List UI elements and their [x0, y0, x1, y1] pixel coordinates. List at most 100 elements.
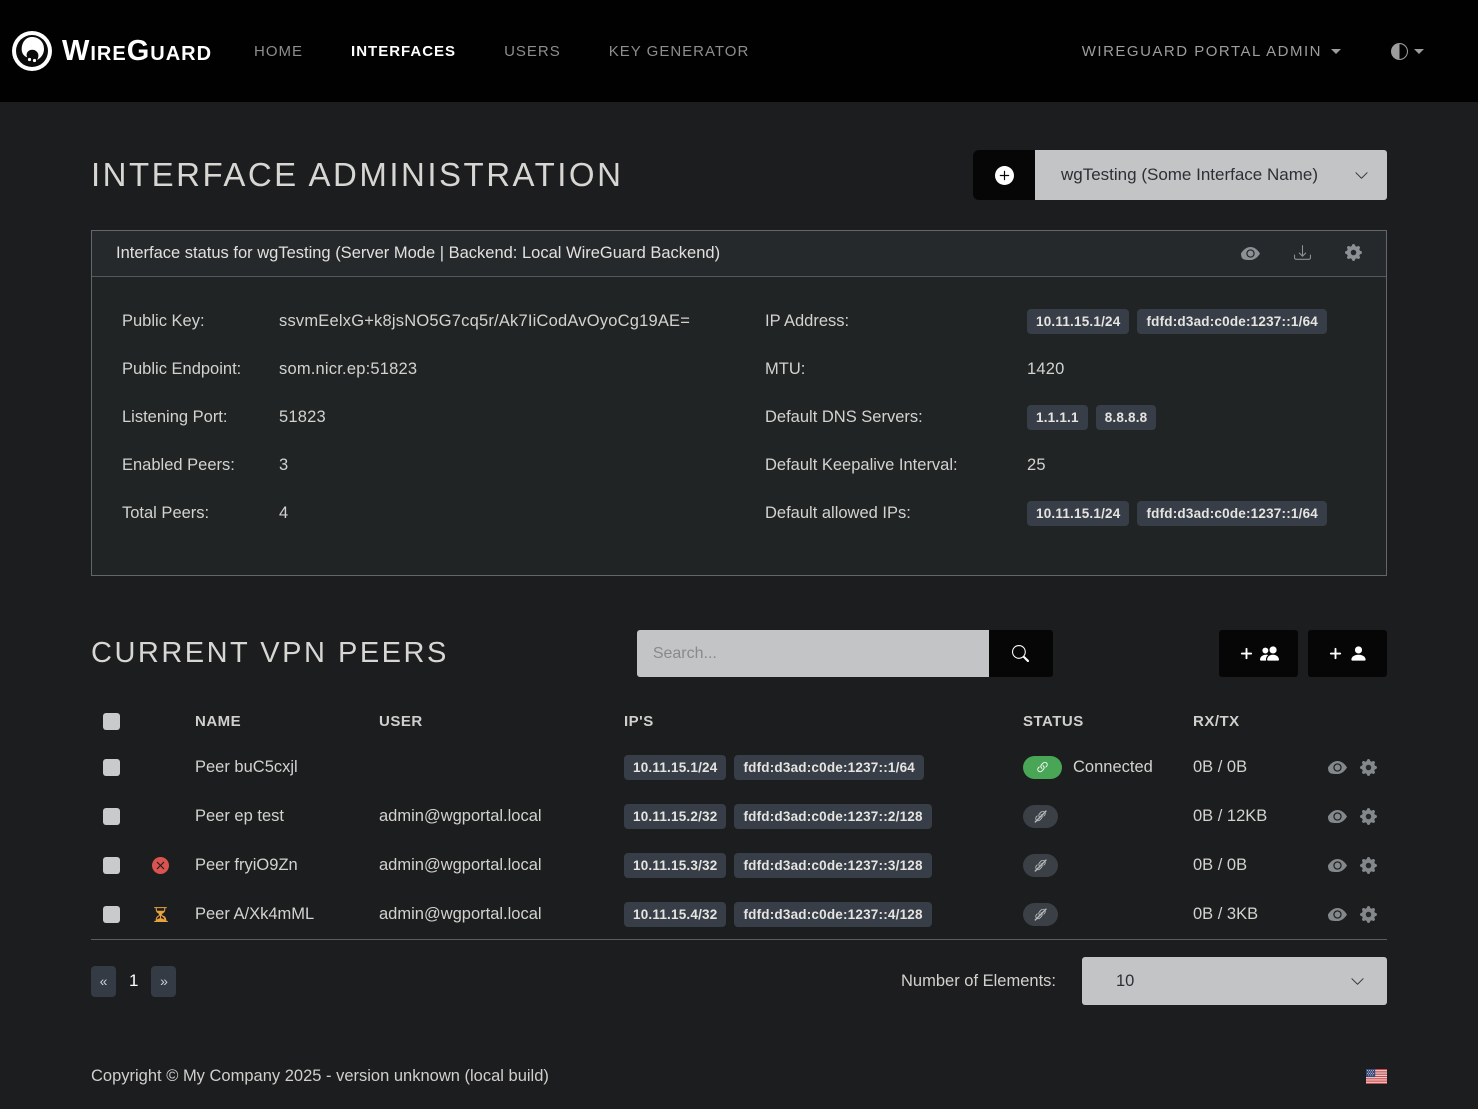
peer-rxtx: 0B / 3KB: [1193, 905, 1303, 924]
peer-ips: 10.11.15.3/32fdfd:d3ad:c0de:1237::3/128: [624, 853, 1023, 878]
peer-row: Peer buC5cxjl10.11.15.1/24fdfd:d3ad:c0de…: [91, 743, 1387, 792]
detail-label: Default Keepalive Interval:: [765, 456, 1027, 475]
interface-picker: wgTesting (Some Interface Name): [973, 150, 1387, 200]
peer-row: Peer A/Xk4mMLadmin@wgportal.local10.11.1…: [91, 890, 1387, 939]
peer-name: Peer ep test: [195, 807, 379, 826]
peer-ips: 10.11.15.2/32fdfd:d3ad:c0de:1237::2/128: [624, 804, 1023, 829]
plus-icon: [1239, 646, 1254, 661]
interface-details-left: Public Key:ssvmEelxG+k8jsNO5G7cq5r/Ak7Ii…: [122, 297, 765, 537]
us-flag-icon[interactable]: [1366, 1069, 1387, 1084]
row-checkbox[interactable]: [103, 759, 120, 776]
detail-row: MTU:1420: [765, 345, 1356, 393]
caret-down-icon: [1331, 49, 1341, 54]
link-icon: [1035, 760, 1050, 775]
ip-badge: fdfd:d3ad:c0de:1237::4/128: [734, 902, 931, 927]
peer-user: admin@wgportal.local: [379, 856, 624, 875]
pagination-next-button[interactable]: »: [151, 966, 176, 997]
status-disconnected-pill: [1023, 903, 1058, 926]
interface-select[interactable]: wgTesting (Some Interface Name): [1035, 150, 1387, 200]
nav-link-home[interactable]: HOME: [254, 43, 303, 60]
theme-toggle[interactable]: [1391, 43, 1424, 60]
interface-settings-icon[interactable]: [1345, 244, 1362, 263]
add-interface-button[interactable]: [973, 150, 1035, 200]
detail-value: ssvmEelxG+k8jsNO5G7cq5r/Ak7IiCodAvOyoCg1…: [279, 312, 690, 331]
wireguard-logo-icon: [10, 29, 54, 73]
peer-settings-icon[interactable]: [1360, 857, 1377, 874]
brand[interactable]: WireGuard: [10, 29, 212, 73]
peer-view-icon[interactable]: [1328, 905, 1347, 924]
row-checkbox[interactable]: [103, 906, 120, 923]
column-header-name: NAME: [195, 713, 379, 730]
peer-name: Peer A/Xk4mML: [195, 905, 379, 924]
peer-expired-icon: [152, 857, 169, 874]
unlink-icon: [1033, 907, 1048, 922]
peer-name: Peer buC5cxjl: [195, 758, 379, 777]
search-icon: [1012, 645, 1029, 662]
interface-status-card: Interface status for wgTesting (Server M…: [91, 230, 1387, 576]
user-menu[interactable]: WIREGUARD PORTAL ADMIN: [1082, 43, 1341, 60]
view-config-icon[interactable]: [1241, 244, 1260, 263]
unlink-icon: [1033, 858, 1048, 873]
ip-badge: fdfd:d3ad:c0de:1237::3/128: [734, 853, 931, 878]
peer-status: [1023, 903, 1193, 926]
peer-user: admin@wgportal.local: [379, 807, 624, 826]
person-icon: [1349, 644, 1368, 663]
select-all-checkbox[interactable]: [103, 713, 120, 730]
value-badge: fdfd:d3ad:c0de:1237::1/64: [1137, 501, 1327, 526]
ip-badge: 10.11.15.4/32: [624, 902, 726, 927]
plus-circle-icon: [995, 166, 1014, 185]
peer-ips: 10.11.15.4/32 fdfd:d3ad:c0de:1237::4/128: [624, 902, 1023, 927]
detail-row: Default Keepalive Interval:25: [765, 441, 1356, 489]
pagination-prev-button[interactable]: «: [91, 966, 116, 997]
row-checkbox[interactable]: [103, 808, 120, 825]
search-input[interactable]: [637, 630, 989, 677]
value-badge: 1.1.1.1: [1027, 405, 1088, 430]
theme-contrast-icon: [1391, 43, 1408, 60]
add-peer-button[interactable]: [1308, 630, 1387, 677]
column-header-rxtx: RX/TX: [1193, 713, 1303, 730]
peer-search: [637, 630, 1053, 677]
search-button[interactable]: [989, 630, 1053, 677]
status-connected-pill: [1023, 756, 1062, 779]
detail-label: IP Address:: [765, 312, 1027, 331]
peer-rxtx: 0B / 0B: [1193, 856, 1303, 875]
peer-settings-icon[interactable]: [1360, 906, 1377, 923]
detail-value: 1420: [1027, 360, 1065, 379]
status-card-title: Interface status for wgTesting (Server M…: [116, 244, 720, 263]
nav-link-key-generator[interactable]: KEY GENERATOR: [609, 43, 750, 60]
detail-label: Listening Port:: [122, 408, 279, 427]
interface-select-value: wgTesting (Some Interface Name): [1061, 165, 1318, 185]
detail-value: som.nicr.ep:51823: [279, 360, 417, 379]
page-size-label: Number of Elements:: [901, 972, 1056, 991]
peer-view-icon[interactable]: [1328, 758, 1347, 777]
status-label: Connected: [1073, 758, 1153, 777]
value-badge: 8.8.8.8: [1096, 405, 1157, 430]
detail-label: Default DNS Servers:: [765, 408, 1027, 427]
pagination: « 1 »: [91, 966, 176, 997]
detail-value: 4: [279, 504, 288, 523]
detail-label: Enabled Peers:: [122, 456, 279, 475]
peer-settings-icon[interactable]: [1360, 808, 1377, 825]
interface-details-right: IP Address: 10.11.15.1/24 fdfd:d3ad:c0de:1…: [765, 297, 1356, 537]
pagination-current-page[interactable]: 1: [129, 971, 138, 991]
download-config-icon[interactable]: [1294, 244, 1311, 263]
peer-settings-icon[interactable]: [1360, 759, 1377, 776]
nav-links: HOME INTERFACES USERS KEY GENERATOR: [254, 43, 749, 60]
detail-row: Public Key:ssvmEelxG+k8jsNO5G7cq5r/Ak7Ii…: [122, 297, 765, 345]
nav-link-interfaces[interactable]: INTERFACES: [351, 43, 456, 60]
peer-status: [1023, 854, 1193, 877]
ip-badge: fdfd:d3ad:c0de:1237::2/128: [734, 804, 931, 829]
peers-table-body: Peer buC5cxjl10.11.15.1/24fdfd:d3ad:c0de…: [91, 743, 1387, 939]
page-size-select[interactable]: 10: [1082, 957, 1387, 1005]
value-badge: 10.11.15.1/24: [1027, 501, 1129, 526]
caret-down-icon: [1414, 49, 1424, 54]
peers-table: NAME USER IP'S STATUS RX/TX Peer buC5cxj…: [91, 699, 1387, 940]
nav-link-users[interactable]: USERS: [504, 43, 561, 60]
row-checkbox[interactable]: [103, 857, 120, 874]
peer-view-icon[interactable]: [1328, 856, 1347, 875]
peer-rxtx: 0B / 12KB: [1193, 807, 1303, 826]
value-badge: fdfd:d3ad:c0de:1237::1/64: [1137, 309, 1327, 334]
peer-view-icon[interactable]: [1328, 807, 1347, 826]
column-header-user: USER: [379, 713, 624, 730]
add-multiple-peers-button[interactable]: [1219, 630, 1298, 677]
